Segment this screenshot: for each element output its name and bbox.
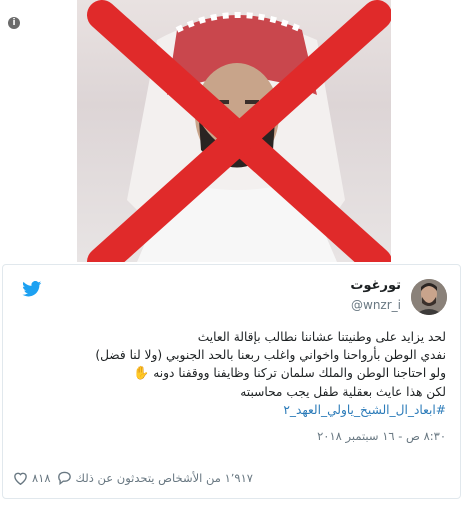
- tweet-line: ولو احتاجنا الوطن والملك سلمان تركنا وظا…: [16, 364, 446, 383]
- tweet-card: تورغوت @wnzr_i لحد يزايد على وطنيتنا عشا…: [2, 264, 461, 499]
- tweet-line: لكن هذا عايث بعقلية طفل يجب محاسبته: [240, 385, 446, 399]
- embedded-media-area: i: [0, 0, 465, 262]
- info-icon[interactable]: i: [8, 17, 20, 29]
- tweet-line: نفدي الوطن بأرواحنا واخواني واغلب ربعنا …: [95, 348, 446, 362]
- photo-illustration: [87, 0, 391, 262]
- like-count: ٨١٨: [32, 471, 51, 485]
- tweet-actions: ٨١٨ ١٬٩١٧ من الأشخاص يتحدثون عن ذلك: [13, 469, 253, 487]
- tweet-text: لحد يزايد على وطنيتنا عشاننا نطالب بإقال…: [16, 328, 446, 419]
- heart-icon: [14, 472, 27, 485]
- hashtag-link[interactable]: #ابعاد_ال_الشيخ_ياولي_العهد_٢: [16, 401, 446, 419]
- avatar[interactable]: [411, 279, 447, 315]
- tweet-line-text: ولو احتاجنا الوطن والملك سلمان تركنا وظا…: [153, 366, 446, 380]
- twitter-bird-icon[interactable]: [22, 281, 42, 297]
- tweet-line: لحد يزايد على وطنيتنا عشاننا نطالب بإقال…: [197, 330, 446, 344]
- comment-bubble-icon: [57, 471, 71, 485]
- tweet-timestamp[interactable]: ٨:٣٠ ص - ١٦ سبتمبر ٢٠١٨: [317, 429, 446, 443]
- tweet-photo[interactable]: [77, 0, 391, 262]
- replies-text: ١٬٩١٧ من الأشخاص يتحدثون عن ذلك: [75, 471, 253, 485]
- display-name[interactable]: تورغوت: [350, 278, 401, 293]
- user-handle[interactable]: @wnzr_i: [351, 298, 401, 312]
- reply-action[interactable]: ١٬٩١٧ من الأشخاص يتحدثون عن ذلك: [57, 471, 253, 485]
- like-action[interactable]: ٨١٨: [13, 471, 51, 485]
- avatar-image: [411, 279, 447, 315]
- raised-hand-emoji: ✋: [133, 366, 150, 381]
